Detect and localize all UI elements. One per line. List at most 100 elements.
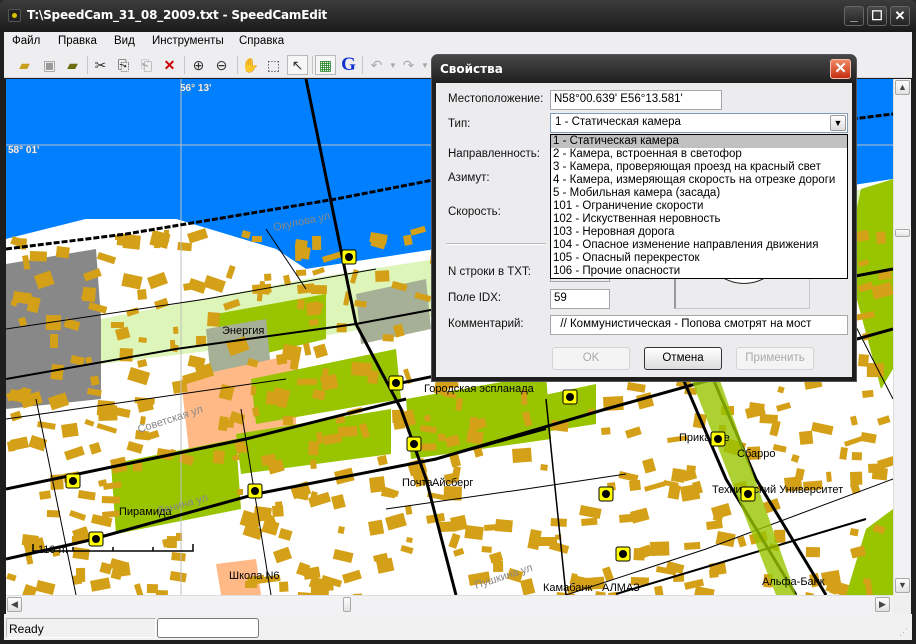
- building: [520, 578, 536, 595]
- select-arrow-icon: ↖: [291, 56, 304, 73]
- minimize-button[interactable]: _: [844, 6, 864, 26]
- type-option[interactable]: 5 - Мобильная камера (засада): [551, 187, 847, 200]
- place-label: Городская эспланада: [424, 383, 535, 395]
- type-option[interactable]: 4 - Камера, измеряющая скорость на отрез…: [551, 174, 847, 187]
- cancel-button[interactable]: Отмена: [644, 347, 722, 370]
- building: [826, 471, 832, 482]
- horizontal-scrollbar[interactable]: ◀ ▶: [6, 595, 893, 614]
- dialog-title: Свойства: [440, 62, 503, 76]
- dialog-title-bar[interactable]: Свойства ✕: [432, 55, 856, 83]
- type-option[interactable]: 104 - Опасное изменение направления движ…: [551, 239, 847, 252]
- building: [860, 432, 877, 444]
- map-layer-button[interactable]: ▦: [315, 55, 336, 75]
- paste-icon: ⎗: [140, 56, 153, 73]
- type-option[interactable]: 3 - Камера, проверяющая проезд на красны…: [551, 161, 847, 174]
- speed-camera-icon: [88, 531, 104, 547]
- copy-button[interactable]: ⎘: [113, 55, 134, 75]
- export-button[interactable]: ▰: [62, 55, 83, 75]
- scroll-right-button[interactable]: ▶: [875, 597, 890, 612]
- building: [63, 445, 85, 461]
- paste-button[interactable]: ⎗: [136, 55, 157, 75]
- building: [50, 364, 64, 381]
- close-icon: ✕: [894, 8, 906, 23]
- building: [297, 378, 318, 385]
- building: [748, 402, 765, 414]
- building: [21, 584, 38, 595]
- close-icon: ✕: [834, 60, 847, 77]
- building: [308, 319, 319, 326]
- type-option[interactable]: 105 - Опасный перекресток: [551, 252, 847, 265]
- open-button[interactable]: ▰: [14, 55, 35, 75]
- zoom-out-button[interactable]: ⊖: [211, 55, 232, 75]
- horizontal-scroll-thumb[interactable]: [343, 597, 351, 612]
- place-label: Камабанк: [543, 582, 592, 594]
- scroll-down-button[interactable]: ▼: [895, 578, 910, 593]
- type-option[interactable]: 1 - Статическая камера: [551, 135, 847, 148]
- maximize-button[interactable]: ☐: [867, 6, 887, 26]
- menu-view[interactable]: Вид: [114, 35, 135, 47]
- cut-button[interactable]: ✂: [90, 55, 111, 75]
- building: [264, 273, 272, 281]
- ok-button[interactable]: OK: [552, 347, 630, 370]
- building: [126, 441, 144, 454]
- apply-button[interactable]: Применить: [736, 347, 814, 370]
- building: [863, 577, 871, 586]
- type-select-dropdown-button[interactable]: ▼: [830, 115, 846, 131]
- close-button[interactable]: ✕: [890, 6, 910, 26]
- idx-field[interactable]: 59: [550, 289, 610, 309]
- type-option[interactable]: 101 - Ограничение скорости: [551, 200, 847, 213]
- speed-camera-icon: [562, 389, 578, 405]
- menu-tools[interactable]: Инструменты: [152, 35, 224, 47]
- zoom-out-icon: ⊖: [215, 56, 228, 73]
- menu-help[interactable]: Справка: [239, 35, 284, 47]
- pan-button[interactable]: ✋: [240, 55, 261, 75]
- location-field[interactable]: N58°00.639' E56°13.581': [550, 90, 722, 110]
- type-select[interactable]: 1 - Статическая камера ▼: [550, 113, 848, 133]
- zoom-rect-icon: ⬚: [266, 56, 281, 73]
- menu-file[interactable]: Файл: [12, 35, 40, 47]
- undo-dropdown[interactable]: ▼: [388, 55, 398, 75]
- redo-icon: ↷: [402, 56, 415, 73]
- building: [839, 446, 848, 460]
- redo-dropdown[interactable]: ▼: [420, 55, 430, 75]
- scroll-up-button[interactable]: ▲: [895, 80, 910, 95]
- select-button[interactable]: ↖: [287, 55, 308, 75]
- redo-button[interactable]: ↷: [398, 55, 419, 75]
- vertical-scrollbar[interactable]: ▲ ▼: [893, 79, 911, 595]
- building: [308, 440, 319, 456]
- building: [173, 326, 179, 334]
- building: [265, 391, 280, 406]
- dialog-close-button[interactable]: ✕: [830, 59, 851, 79]
- cut-icon: ✂: [94, 56, 107, 73]
- place-label: Альфа-Банк: [762, 576, 825, 588]
- save-button[interactable]: ▣: [39, 55, 60, 75]
- chevron-left-icon: ◀: [11, 599, 18, 609]
- zoom-rect-button[interactable]: ⬚: [263, 55, 284, 75]
- building: [28, 434, 48, 452]
- building: [9, 410, 23, 422]
- chevron-down-icon: ▼: [389, 60, 397, 70]
- speed-camera-icon: [341, 249, 357, 265]
- type-option[interactable]: 103 - Неровная дорога: [551, 226, 847, 239]
- google-button[interactable]: G: [338, 54, 359, 75]
- building: [450, 514, 468, 532]
- building: [134, 583, 144, 595]
- building: [183, 282, 192, 291]
- building: [77, 490, 96, 501]
- divider: [446, 243, 546, 245]
- scroll-left-button[interactable]: ◀: [7, 597, 22, 612]
- zoom-in-button[interactable]: ⊕: [188, 55, 209, 75]
- title-bar[interactable]: T:\SpeedCam_31_08_2009.txt - SpeedCamEdi…: [0, 0, 916, 32]
- type-option[interactable]: 2 - Камера, встроенная в светофор: [551, 148, 847, 161]
- delete-button[interactable]: ✕: [159, 55, 180, 75]
- resize-grip-icon[interactable]: ⋰: [899, 627, 908, 638]
- vertical-scroll-thumb[interactable]: [895, 229, 910, 237]
- building: [96, 399, 115, 417]
- undo-button[interactable]: ↶: [366, 55, 387, 75]
- google-icon: G: [341, 54, 356, 75]
- type-option[interactable]: 102 - Искуственная неровность: [551, 213, 847, 226]
- menu-edit[interactable]: Правка: [58, 35, 97, 47]
- type-option[interactable]: 106 - Прочие опасности: [551, 265, 847, 278]
- speed-camera-icon: [615, 546, 631, 562]
- comment-field[interactable]: // Коммунистическая - Попова смотрят на …: [550, 315, 848, 335]
